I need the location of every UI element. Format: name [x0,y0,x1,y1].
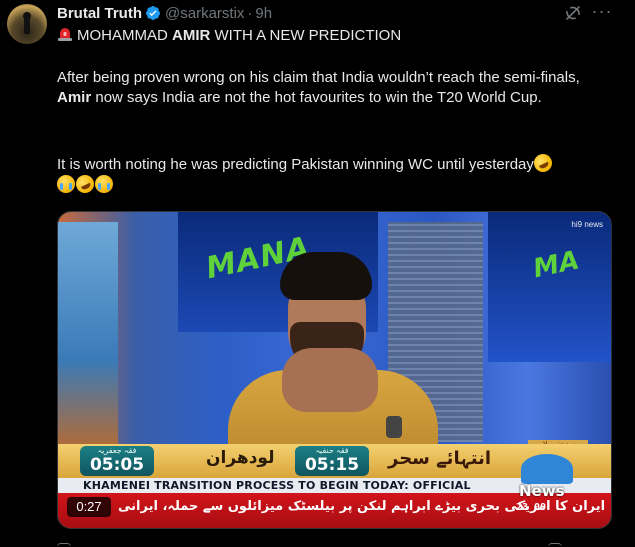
prayer-time-box-2: فقہ حنفیہ 05:15 [295,446,369,476]
rofl-emoji-icon [530,151,555,175]
bookmark-icon[interactable] [548,543,562,547]
tweet-video[interactable]: MANA MA hi9 news مزید تفصیلات فقہ جعفریہ… [57,211,612,529]
reply-icon[interactable] [57,543,71,547]
tweet-paragraph-1: After being proven wrong on his claim th… [57,68,617,108]
tweet-headline: MOHAMMAD AMIR WITH A NEW PREDICTION [57,26,617,46]
presenter-hands [282,348,378,412]
more-options-icon[interactable]: ··· [590,2,614,24]
author-display-name[interactable]: Brutal Truth [57,5,142,22]
video-presenter [228,252,438,470]
crying-emoji-icon [95,175,113,193]
para1-part1: After being proven wrong on his claim th… [57,69,580,86]
author-handle[interactable]: @sarkarstix [165,5,244,22]
tweet-header: Brutal Truth @sarkarstix · 9h [57,3,272,23]
channel-logo-text: News [519,482,565,500]
prayer-time-value-2: 05:15 [304,455,360,475]
crying-emoji-icon [57,175,75,193]
studio-left-panel [58,222,118,452]
video-duration-badge: 0:27 [67,497,111,517]
sehri-label: انتہائے سحر [388,448,492,469]
channel-logo-mark [521,454,573,484]
channel-logo: News [517,450,577,508]
para1-part2: now says India are not the hot favourite… [91,89,542,106]
author-avatar[interactable] [7,4,47,44]
siren-icon [58,28,72,41]
presenter-watch [386,416,402,438]
tweet-action-bar-partial [57,540,617,547]
prayer-time-box-1: فقہ جعفریہ 05:05 [80,446,154,476]
rofl-emoji-icon [73,172,97,196]
prayer-time-value-1: 05:05 [89,455,145,475]
para2-text: It is worth noting he was predicting Pak… [57,156,534,173]
tweet-paragraph-2: It is worth noting he was predicting Pak… [57,151,617,196]
para1-bold-name: Amir [57,89,92,106]
verified-badge-icon [145,6,160,20]
grok-icon[interactable] [562,2,584,24]
video-watermark: hi9 news [571,220,603,229]
separator-dot: · [247,4,253,22]
avatar-silhouette-body [24,16,30,34]
headline-prefix: MOHAMMAD [77,27,172,44]
video-clock: 23 09 [516,502,547,513]
headline-suffix: WITH A NEW PREDICTION [210,27,402,44]
headline-bold-name: AMIR [172,27,211,44]
presenter-hair [280,252,372,300]
city-name: لودھران [206,448,275,468]
tweet-timestamp[interactable]: 9h [255,5,272,22]
